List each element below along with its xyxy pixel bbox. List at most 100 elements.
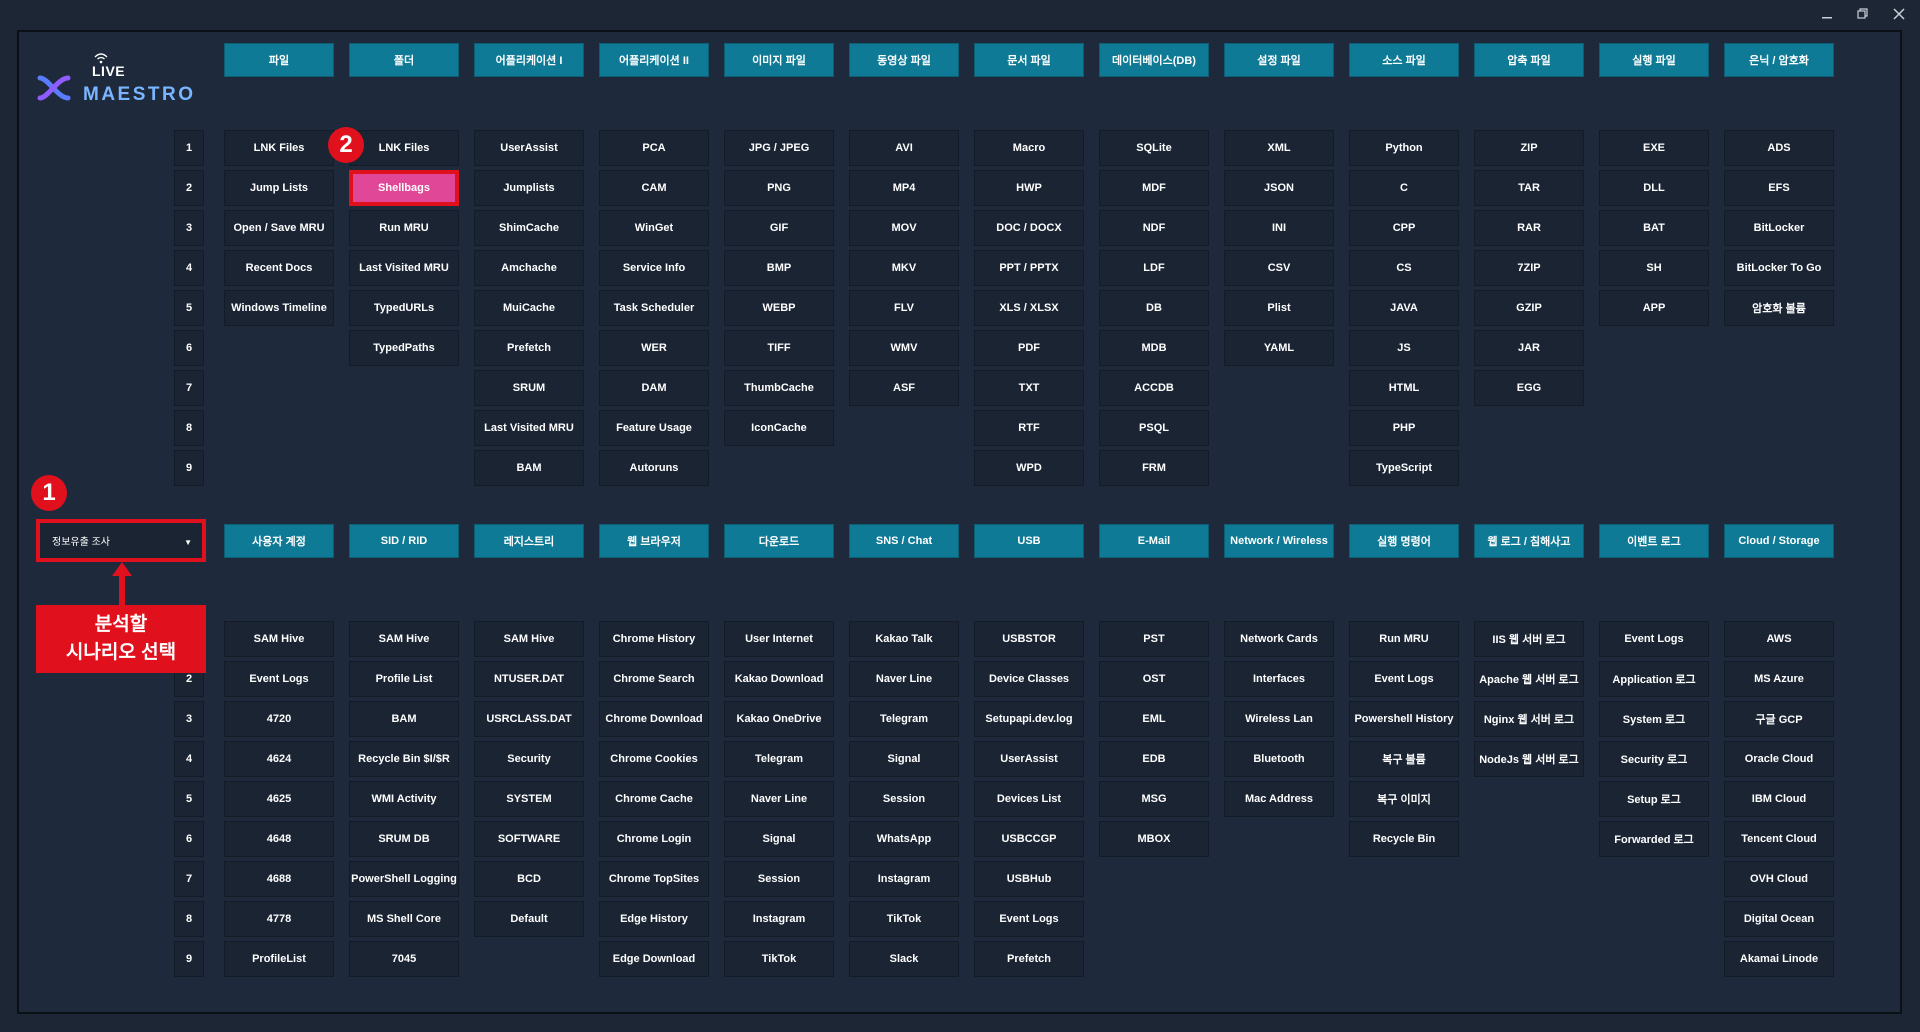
lower-artifact-session-button[interactable]: Session <box>724 861 834 897</box>
lower-artifact-srum-db-button[interactable]: SRUM DB <box>349 821 459 857</box>
upper-artifact-psql-button[interactable]: PSQL <box>1099 410 1209 446</box>
upper-artifact-html-button[interactable]: HTML <box>1349 370 1459 406</box>
upper-category-설정-파일-button[interactable]: 설정 파일 <box>1224 43 1334 77</box>
lower-artifact-oracle-cloud-button[interactable]: Oracle Cloud <box>1724 741 1834 777</box>
upper-artifact-run-mru-button[interactable]: Run MRU <box>349 210 459 246</box>
lower-artifact-edge-download-button[interactable]: Edge Download <box>599 941 709 977</box>
lower-artifact-kakao-talk-button[interactable]: Kakao Talk <box>849 621 959 657</box>
upper-artifact-xml-button[interactable]: XML <box>1224 130 1334 166</box>
upper-artifact-sqlite-button[interactable]: SQLite <box>1099 130 1209 166</box>
upper-artifact-cpp-button[interactable]: CPP <box>1349 210 1459 246</box>
upper-artifact-wer-button[interactable]: WER <box>599 330 709 366</box>
lower-artifact-run-mru-button[interactable]: Run MRU <box>1349 621 1459 657</box>
lower-artifact-tencent-cloud-button[interactable]: Tencent Cloud <box>1724 821 1834 857</box>
upper-artifact-iconcache-button[interactable]: IconCache <box>724 410 834 446</box>
upper-artifact-jump-lists-button[interactable]: Jump Lists <box>224 170 334 206</box>
upper-category-동영상-파일-button[interactable]: 동영상 파일 <box>849 43 959 77</box>
lower-category-웹-로그-침해사고-button[interactable]: 웹 로그 / 침해사고 <box>1474 524 1584 558</box>
upper-category-압축-파일-button[interactable]: 압축 파일 <box>1474 43 1584 77</box>
lower-artifact-복구-볼륨-button[interactable]: 복구 볼륨 <box>1349 741 1459 777</box>
upper-artifact-hwp-button[interactable]: HWP <box>974 170 1084 206</box>
lower-artifact-software-button[interactable]: SOFTWARE <box>474 821 584 857</box>
upper-artifact-task-scheduler-button[interactable]: Task Scheduler <box>599 290 709 326</box>
upper-artifact-feature-usage-button[interactable]: Feature Usage <box>599 410 709 446</box>
upper-artifact-jumplists-button[interactable]: Jumplists <box>474 170 584 206</box>
lower-artifact-signal-button[interactable]: Signal <box>724 821 834 857</box>
upper-artifact-bitlocker-button[interactable]: BitLocker <box>1724 210 1834 246</box>
upper-artifact-windows-timeline-button[interactable]: Windows Timeline <box>224 290 334 326</box>
lower-artifact-ost-button[interactable]: OST <box>1099 661 1209 697</box>
upper-artifact-cam-button[interactable]: CAM <box>599 170 709 206</box>
upper-artifact-dll-button[interactable]: DLL <box>1599 170 1709 206</box>
upper-artifact-mdb-button[interactable]: MDB <box>1099 330 1209 366</box>
lower-artifact-apache-웹-서버-로그-button[interactable]: Apache 웹 서버 로그 <box>1474 661 1584 697</box>
lower-artifact-naver-line-button[interactable]: Naver Line <box>849 661 959 697</box>
upper-artifact-lnk-files-button[interactable]: LNK Files <box>349 130 459 166</box>
lower-artifact-event-logs-button[interactable]: Event Logs <box>974 901 1084 937</box>
lower-artifact-4778-button[interactable]: 4778 <box>224 901 334 937</box>
lower-category-레지스트리-button[interactable]: 레지스트리 <box>474 524 584 558</box>
lower-artifact-ntuser-dat-button[interactable]: NTUSER.DAT <box>474 661 584 697</box>
upper-artifact-last-visited-mru-button[interactable]: Last Visited MRU <box>474 410 584 446</box>
upper-artifact-java-button[interactable]: JAVA <box>1349 290 1459 326</box>
lower-artifact-mac-address-button[interactable]: Mac Address <box>1224 781 1334 817</box>
scenario-dropdown[interactable]: 정보유출 조사 ▼ <box>36 519 206 562</box>
lower-artifact-chrome-cache-button[interactable]: Chrome Cache <box>599 781 709 817</box>
upper-artifact-json-button[interactable]: JSON <box>1224 170 1334 206</box>
upper-artifact-bitlocker-to-go-button[interactable]: BitLocker To Go <box>1724 250 1834 286</box>
upper-category-어플리케이션-i-button[interactable]: 어플리케이션 I <box>474 43 584 77</box>
lower-artifact-setupapi-dev-log-button[interactable]: Setupapi.dev.log <box>974 701 1084 737</box>
lower-artifact-event-logs-button[interactable]: Event Logs <box>1349 661 1459 697</box>
lower-artifact-tiktok-button[interactable]: TikTok <box>849 901 959 937</box>
upper-artifact-rar-button[interactable]: RAR <box>1474 210 1584 246</box>
lower-artifact-ibm-cloud-button[interactable]: IBM Cloud <box>1724 781 1834 817</box>
lower-artifact-aws-button[interactable]: AWS <box>1724 621 1834 657</box>
lower-artifact-bam-button[interactable]: BAM <box>349 701 459 737</box>
lower-artifact-instagram-button[interactable]: Instagram <box>849 861 959 897</box>
upper-artifact-app-button[interactable]: APP <box>1599 290 1709 326</box>
upper-artifact-7zip-button[interactable]: 7ZIP <box>1474 250 1584 286</box>
lower-artifact-devices-list-button[interactable]: Devices List <box>974 781 1084 817</box>
close-icon[interactable] <box>1888 4 1910 26</box>
lower-artifact-ms-shell-core-button[interactable]: MS Shell Core <box>349 901 459 937</box>
lower-artifact-usbccgp-button[interactable]: USBCCGP <box>974 821 1084 857</box>
lower-artifact-mbox-button[interactable]: MBOX <box>1099 821 1209 857</box>
upper-artifact-typedpaths-button[interactable]: TypedPaths <box>349 330 459 366</box>
upper-artifact-avi-button[interactable]: AVI <box>849 130 959 166</box>
lower-artifact-signal-button[interactable]: Signal <box>849 741 959 777</box>
upper-artifact-efs-button[interactable]: EFS <box>1724 170 1834 206</box>
lower-artifact-구글-gcp-button[interactable]: 구글 GCP <box>1724 701 1834 737</box>
upper-artifact-accdb-button[interactable]: ACCDB <box>1099 370 1209 406</box>
upper-artifact-prefetch-button[interactable]: Prefetch <box>474 330 584 366</box>
lower-category-사용자-계정-button[interactable]: 사용자 계정 <box>224 524 334 558</box>
lower-artifact-event-logs-button[interactable]: Event Logs <box>1599 621 1709 657</box>
lower-category-cloud-storage-button[interactable]: Cloud / Storage <box>1724 524 1834 558</box>
upper-artifact-flv-button[interactable]: FLV <box>849 290 959 326</box>
upper-artifact-tiff-button[interactable]: TIFF <box>724 330 834 366</box>
upper-artifact-c-button[interactable]: C <box>1349 170 1459 206</box>
lower-category-usb-button[interactable]: USB <box>974 524 1084 558</box>
lower-artifact-7045-button[interactable]: 7045 <box>349 941 459 977</box>
lower-artifact-userassist-button[interactable]: UserAssist <box>974 741 1084 777</box>
lower-artifact-device-classes-button[interactable]: Device Classes <box>974 661 1084 697</box>
lower-artifact-chrome-cookies-button[interactable]: Chrome Cookies <box>599 741 709 777</box>
lower-category-network-wireless-button[interactable]: Network / Wireless <box>1224 524 1334 558</box>
upper-artifact-shellbags-button[interactable]: Shellbags <box>349 170 459 206</box>
upper-artifact-typedurls-button[interactable]: TypedURLs <box>349 290 459 326</box>
upper-artifact-winget-button[interactable]: WinGet <box>599 210 709 246</box>
lower-artifact-application-로그-button[interactable]: Application 로그 <box>1599 661 1709 697</box>
upper-artifact-rtf-button[interactable]: RTF <box>974 410 1084 446</box>
lower-artifact-whatsapp-button[interactable]: WhatsApp <box>849 821 959 857</box>
lower-artifact-wireless-lan-button[interactable]: Wireless Lan <box>1224 701 1334 737</box>
lower-artifact-system-로그-button[interactable]: System 로그 <box>1599 701 1709 737</box>
upper-artifact-amchache-button[interactable]: Amchache <box>474 250 584 286</box>
minimize-icon[interactable] <box>1816 4 1838 26</box>
lower-artifact-msg-button[interactable]: MSG <box>1099 781 1209 817</box>
upper-artifact-ldf-button[interactable]: LDF <box>1099 250 1209 286</box>
upper-artifact-wmv-button[interactable]: WMV <box>849 330 959 366</box>
lower-artifact-session-button[interactable]: Session <box>849 781 959 817</box>
upper-artifact-asf-button[interactable]: ASF <box>849 370 959 406</box>
upper-category-실행-파일-button[interactable]: 실행 파일 <box>1599 43 1709 77</box>
lower-artifact-telegram-button[interactable]: Telegram <box>849 701 959 737</box>
lower-artifact-4688-button[interactable]: 4688 <box>224 861 334 897</box>
